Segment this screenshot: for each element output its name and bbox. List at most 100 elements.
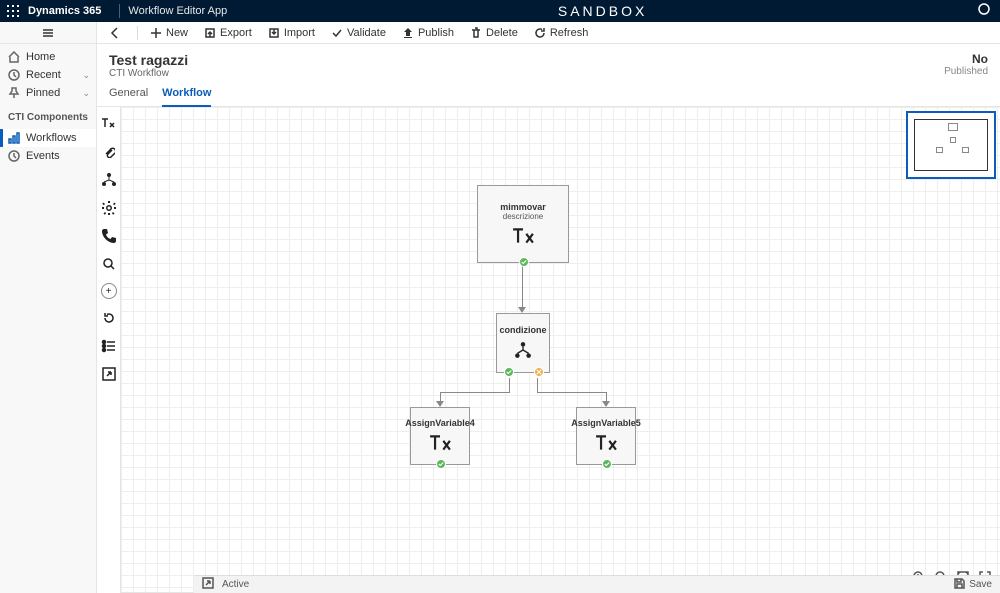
tool-branch[interactable] bbox=[100, 171, 118, 189]
published-label: Published bbox=[944, 66, 988, 77]
node-subtitle: descrizione bbox=[503, 212, 543, 221]
separator bbox=[137, 26, 138, 40]
tool-gear[interactable] bbox=[100, 199, 118, 217]
chevron-down-icon: ⌄ bbox=[82, 88, 90, 99]
tool-variable[interactable] bbox=[100, 115, 118, 133]
node-title: AssignVariable5 bbox=[571, 418, 641, 428]
clock-icon bbox=[8, 69, 20, 81]
minimap-node bbox=[962, 147, 969, 153]
brand-label: Dynamics 365 bbox=[28, 5, 101, 17]
workflow-node-n2[interactable]: condizione bbox=[496, 313, 550, 373]
sidebar-item-label: Home bbox=[26, 51, 55, 63]
tab-general[interactable]: General bbox=[109, 83, 148, 106]
upload-icon bbox=[402, 27, 414, 39]
publish-button[interactable]: Publish bbox=[394, 22, 462, 43]
save-label[interactable]: Save bbox=[969, 579, 992, 590]
validate-button[interactable]: Validate bbox=[323, 22, 394, 43]
status-dot-green bbox=[504, 367, 514, 377]
sidebar-item-events[interactable]: Events bbox=[0, 147, 96, 165]
workflow-canvas[interactable]: mimmovardescrizione condizione AssignVaria… bbox=[121, 107, 1000, 593]
tool-export-node[interactable] bbox=[100, 365, 118, 383]
tool-list[interactable] bbox=[100, 337, 118, 355]
status-dot-green bbox=[436, 459, 446, 469]
workflow-node-n4[interactable]: AssignVariable5 bbox=[576, 407, 636, 465]
status-dot-green bbox=[519, 257, 529, 267]
tool-search[interactable] bbox=[100, 255, 118, 273]
branch-icon bbox=[514, 341, 532, 361]
button-label: New bbox=[166, 27, 188, 39]
environment-label: SANDBOX bbox=[227, 3, 978, 19]
pin-icon bbox=[8, 87, 20, 99]
import-button[interactable]: Import bbox=[260, 22, 323, 43]
refresh-icon bbox=[534, 27, 546, 39]
variable-icon bbox=[512, 227, 534, 247]
chevron-down-icon: ⌄ bbox=[82, 70, 90, 81]
minimap-node bbox=[948, 123, 958, 131]
button-label: Publish bbox=[418, 27, 454, 39]
tab-workflow[interactable]: Workflow bbox=[162, 83, 211, 107]
expand-icon[interactable] bbox=[202, 577, 214, 592]
sidebar-item-recent[interactable]: Recent ⌄ bbox=[0, 66, 96, 84]
button-label: Export bbox=[220, 27, 252, 39]
page-subtitle: CTI Workflow bbox=[109, 68, 188, 79]
header-right-icon[interactable] bbox=[978, 3, 994, 19]
export-button[interactable]: Export bbox=[196, 22, 260, 43]
sidebar-section-title: CTI Components bbox=[0, 106, 96, 125]
plus-icon bbox=[150, 27, 162, 39]
workflow-node-n1[interactable]: mimmovardescrizione bbox=[477, 185, 569, 263]
app-name: Workflow Editor App bbox=[128, 5, 227, 17]
check-icon bbox=[331, 27, 343, 39]
save-icon[interactable] bbox=[953, 577, 965, 592]
sidebar-item-label: Recent bbox=[26, 69, 61, 81]
published-status: No Published bbox=[944, 52, 988, 79]
button-label: Import bbox=[284, 27, 315, 39]
button-label: Validate bbox=[347, 27, 386, 39]
tool-attachment[interactable] bbox=[100, 143, 118, 161]
node-title: condizione bbox=[500, 325, 547, 335]
new-button[interactable]: New bbox=[142, 22, 196, 43]
tool-redo[interactable] bbox=[100, 309, 118, 327]
sidebar-item-label: Pinned bbox=[26, 87, 60, 99]
tool-palette: + bbox=[97, 107, 121, 593]
workflow-node-n3[interactable]: AssignVariable4 bbox=[410, 407, 470, 465]
sidebar-item-workflows[interactable]: Workflows bbox=[0, 129, 96, 147]
clock-icon bbox=[8, 150, 20, 162]
app-launcher-icon[interactable] bbox=[6, 4, 20, 18]
sidebar-toggle[interactable] bbox=[0, 22, 96, 44]
published-value: No bbox=[944, 52, 988, 66]
command-bar: New Export Import Validate Publish Delet… bbox=[97, 22, 1000, 44]
variable-icon bbox=[595, 434, 617, 454]
sidebar-item-label: Events bbox=[26, 150, 60, 162]
sidebar: Home Recent ⌄ Pinned ⌄ CTI Components Wo… bbox=[0, 22, 97, 593]
edge bbox=[537, 392, 606, 393]
edge bbox=[509, 378, 510, 392]
status-state: Active bbox=[222, 579, 249, 590]
app-header: Dynamics 365 Workflow Editor App SANDBOX bbox=[0, 0, 1000, 22]
minimap-node bbox=[950, 137, 956, 143]
tool-add[interactable]: + bbox=[101, 283, 117, 299]
tool-phone[interactable] bbox=[100, 227, 118, 245]
workflow-editor: + bbox=[97, 107, 1000, 593]
page-title: Test ragazzi bbox=[109, 52, 188, 68]
node-title: mimmovar bbox=[500, 202, 546, 212]
status-dot-green bbox=[602, 459, 612, 469]
chart-icon bbox=[8, 132, 20, 144]
trash-icon bbox=[470, 27, 482, 39]
back-button[interactable] bbox=[101, 22, 133, 43]
sidebar-item-home[interactable]: Home bbox=[0, 48, 96, 66]
variable-icon bbox=[429, 434, 451, 454]
import-icon bbox=[268, 27, 280, 39]
minimap[interactable] bbox=[906, 111, 996, 179]
minimap-node bbox=[936, 147, 943, 153]
back-icon bbox=[109, 27, 121, 39]
status-dot-orange bbox=[534, 367, 544, 377]
home-icon bbox=[8, 51, 20, 63]
button-label: Refresh bbox=[550, 27, 589, 39]
button-label: Delete bbox=[486, 27, 518, 39]
export-icon bbox=[204, 27, 216, 39]
node-title: AssignVariable4 bbox=[405, 418, 475, 428]
sidebar-item-pinned[interactable]: Pinned ⌄ bbox=[0, 84, 96, 102]
sidebar-item-label: Workflows bbox=[26, 132, 77, 144]
refresh-button[interactable]: Refresh bbox=[526, 22, 597, 43]
delete-button[interactable]: Delete bbox=[462, 22, 526, 43]
